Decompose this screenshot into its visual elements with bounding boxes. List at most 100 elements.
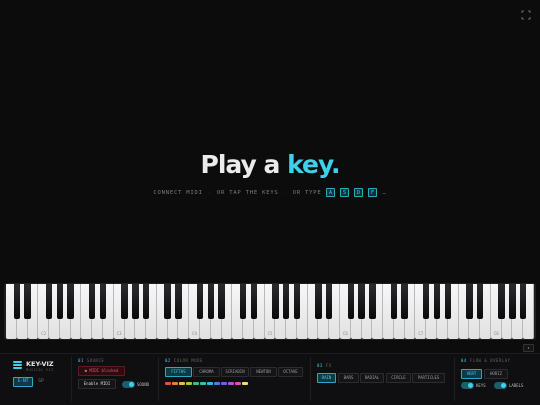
black-key[interactable] bbox=[326, 284, 333, 319]
black-key[interactable] bbox=[433, 284, 441, 319]
black-key[interactable] bbox=[218, 284, 225, 319]
octave-label: C3 bbox=[116, 331, 122, 336]
black-key[interactable] bbox=[196, 284, 204, 319]
black-key[interactable] bbox=[282, 284, 290, 319]
black-key[interactable] bbox=[24, 284, 31, 319]
black-key[interactable] bbox=[347, 284, 355, 319]
enable-midi-button[interactable]: Enable MIDI bbox=[78, 379, 116, 389]
color-mode-octave[interactable]: OCTAVE bbox=[278, 367, 303, 377]
octave-label: C4 bbox=[192, 331, 197, 336]
fx-mode-radial[interactable]: RADIAL bbox=[360, 373, 384, 383]
color-swatch bbox=[221, 382, 227, 385]
black-key[interactable] bbox=[423, 284, 430, 319]
language-button-sp[interactable]: SP bbox=[35, 377, 47, 387]
color-swatch bbox=[179, 382, 185, 385]
separator: · bbox=[283, 189, 288, 196]
black-key[interactable] bbox=[56, 284, 64, 319]
black-key[interactable] bbox=[99, 284, 107, 319]
fx-mode-circle[interactable]: CIRCLE bbox=[386, 373, 411, 383]
black-key[interactable] bbox=[13, 284, 20, 319]
color-swatch bbox=[186, 382, 192, 385]
language-button-active[interactable]: E·NT bbox=[13, 377, 33, 387]
black-key[interactable] bbox=[315, 284, 322, 319]
type-text: OR TYPE bbox=[292, 189, 322, 196]
fullscreen-button[interactable] bbox=[519, 8, 533, 22]
black-key[interactable] bbox=[250, 284, 258, 319]
color-mode-newton[interactable]: NEWTON bbox=[250, 367, 277, 377]
black-key[interactable] bbox=[239, 284, 247, 319]
divider bbox=[454, 357, 455, 401]
octave-label: C5 bbox=[267, 331, 273, 336]
divider bbox=[310, 357, 311, 401]
black-key[interactable] bbox=[509, 284, 516, 319]
color-swatch bbox=[200, 382, 206, 385]
color-swatch bbox=[207, 382, 213, 385]
instructions: CONNECT MIDI · OR TAP THE KEYS · OR TYPE… bbox=[0, 188, 540, 197]
black-key[interactable] bbox=[207, 284, 214, 319]
color-swatch bbox=[172, 382, 178, 385]
black-key[interactable] bbox=[175, 284, 182, 319]
color-swatch bbox=[165, 382, 171, 385]
fx-mode-bars[interactable]: BARS bbox=[338, 373, 359, 383]
color-swatch bbox=[242, 382, 248, 385]
color-swatch bbox=[214, 382, 220, 385]
black-key[interactable] bbox=[164, 284, 171, 319]
black-key[interactable] bbox=[444, 284, 452, 319]
octave-label: C7 bbox=[418, 331, 424, 336]
midi-status-badge: ● MIDI blocked bbox=[78, 366, 125, 376]
black-key[interactable] bbox=[272, 284, 279, 319]
fullscreen-icon bbox=[521, 10, 531, 20]
keys-toggle[interactable] bbox=[461, 382, 474, 389]
section-color-header: 02 COLOR MODE bbox=[165, 358, 203, 363]
title-lead: Play a bbox=[200, 150, 288, 179]
black-key[interactable] bbox=[390, 284, 398, 319]
black-key[interactable] bbox=[142, 284, 150, 319]
section-flow-header: 04 FLOW & OVERLAY bbox=[461, 358, 511, 363]
black-key[interactable] bbox=[293, 284, 301, 319]
title-accent: key. bbox=[287, 150, 340, 179]
keycap-d: D bbox=[354, 188, 364, 197]
black-key[interactable] bbox=[45, 284, 53, 319]
color-swatch bbox=[235, 382, 241, 385]
color-mode-fifths[interactable]: FIFTHS bbox=[165, 367, 192, 377]
section-fx-header: 03 FX bbox=[317, 363, 332, 368]
sound-toggle[interactable] bbox=[122, 381, 135, 388]
octave-label: C2 bbox=[41, 331, 47, 336]
black-key[interactable] bbox=[358, 284, 365, 319]
fx-mode-particles[interactable]: PARTICLES bbox=[412, 373, 445, 383]
labels-label: LABELS bbox=[509, 383, 524, 388]
black-key[interactable] bbox=[498, 284, 505, 319]
collapse-button[interactable]: ▴ bbox=[523, 344, 534, 352]
tap-keys-text: OR TAP THE KEYS bbox=[216, 189, 279, 196]
brand-name: KEY-VIZ bbox=[26, 360, 54, 368]
black-key[interactable] bbox=[369, 284, 376, 319]
page-title: Play a key. bbox=[0, 150, 540, 179]
flow-horiz-button[interactable]: HORIZ bbox=[484, 369, 508, 379]
divider bbox=[158, 357, 159, 401]
keys-label: KEYS bbox=[476, 383, 486, 388]
keycap-a: A bbox=[326, 188, 336, 197]
black-key[interactable] bbox=[121, 284, 128, 319]
black-key[interactable] bbox=[88, 284, 96, 319]
labels-toggle[interactable] bbox=[494, 382, 507, 389]
keycap-s: S bbox=[340, 188, 350, 197]
color-mode-chroma[interactable]: CHROMA bbox=[193, 367, 220, 377]
black-key[interactable] bbox=[466, 284, 473, 319]
fx-mode-rain[interactable]: RAIN bbox=[317, 373, 336, 383]
chevron-up-icon: ▴ bbox=[526, 345, 530, 351]
black-key[interactable] bbox=[476, 284, 484, 319]
ellipsis: … bbox=[382, 189, 387, 196]
black-key[interactable] bbox=[67, 284, 74, 319]
black-key[interactable] bbox=[519, 284, 527, 319]
black-key[interactable] bbox=[132, 284, 139, 319]
octave-label: C6 bbox=[343, 331, 348, 336]
divider bbox=[71, 357, 72, 401]
flow-vert-button[interactable]: VERT bbox=[461, 369, 482, 379]
color-swatch bbox=[193, 382, 199, 385]
separator: · bbox=[207, 189, 212, 196]
brand-subtitle: MUSICAL VIZ bbox=[26, 368, 54, 372]
color-swatch bbox=[228, 382, 234, 385]
color-mode-scriabin[interactable]: SCRIABIN bbox=[221, 367, 249, 377]
black-key[interactable] bbox=[401, 284, 408, 319]
hero: Play a key. CONNECT MIDI · OR TAP THE KE… bbox=[0, 150, 540, 197]
